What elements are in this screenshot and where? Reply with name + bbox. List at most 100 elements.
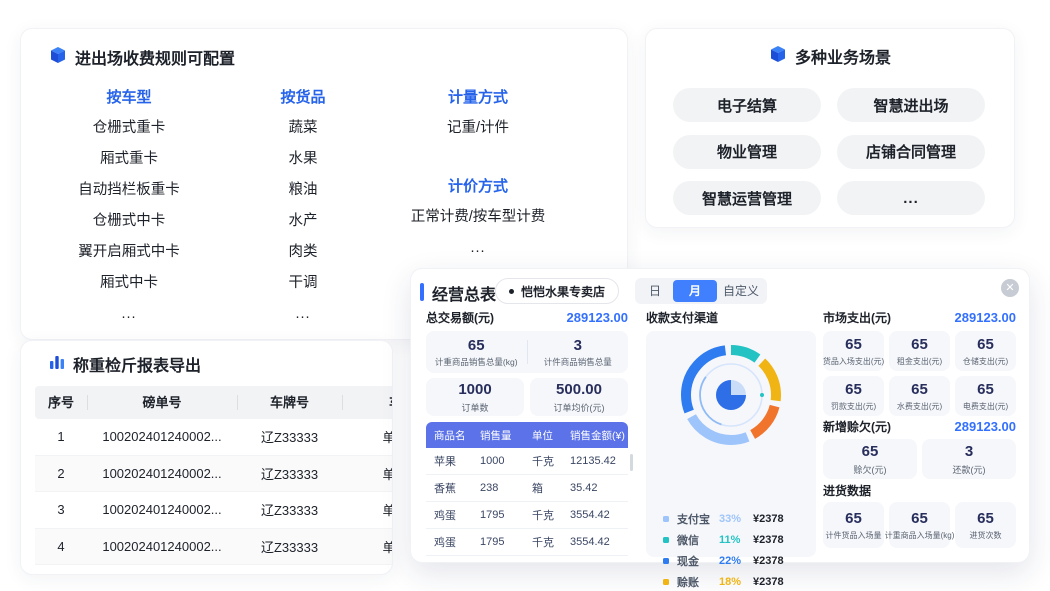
stat-label: 计重商品销售总量(kg) (435, 356, 518, 368)
vehicle-type-item: 自动挡栏板重卡 (29, 175, 229, 206)
cell-unit: 千克 (524, 453, 562, 469)
stat-value: 65 (845, 336, 862, 354)
vehicle-type-column: 按车型 仓栅式重卡 厢式重卡 自动挡栏板重卡 仓栅式中卡 翼开启厢式中卡 厢式中… (29, 82, 229, 330)
legend-item-alipay: 支付宝 33% ¥2378 (663, 508, 806, 529)
tab-month[interactable]: 月 (673, 280, 717, 302)
scrollbar-thumb[interactable] (630, 454, 633, 471)
vehicle-type-item: 厢式中卡 (29, 268, 229, 299)
legend-item-cash: 现金 22% ¥2378 (663, 550, 806, 571)
scenario-button-smart-operations[interactable]: 智慧运营管理 (673, 181, 821, 215)
weighing-table-header: 序号 磅单号 车牌号 车型 (35, 386, 393, 419)
col-header-qty: 销售量 (472, 428, 524, 443)
purchase-data-row: 进货数据 (823, 482, 1016, 499)
title-accent-bar (420, 283, 424, 301)
legend-swatch (663, 537, 669, 543)
cell-ticket: 100202401240002... (87, 539, 237, 554)
cell-plate: 辽Z33333 (237, 537, 342, 556)
stat-value: 65 (977, 381, 994, 399)
stat-label: 水费支出(元) (897, 401, 942, 412)
stat-value: 3 (965, 443, 973, 461)
expense-card: 65 水费支出(元) (889, 376, 950, 416)
store-dot-icon (509, 289, 514, 294)
weighing-report-title-text: 称重检斤报表导出 (73, 352, 201, 376)
store-selector[interactable]: 恺恺水果专卖店 (495, 278, 619, 304)
cell-qty: 238 (472, 482, 524, 494)
scenario-button-property-management[interactable]: 物业管理 (673, 135, 821, 169)
cell-vehicle: 单排仓 (342, 537, 393, 556)
stat-value: 65 (911, 336, 928, 354)
col-header-amount: 销售金额(¥) (562, 428, 628, 443)
scenario-button-smart-entry-exit[interactable]: 智慧进出场 (837, 88, 985, 122)
legend-item-credit: 赊账 18% ¥2378 (663, 571, 806, 591)
purchase-card: 65 计重商品入场量(kg) (889, 502, 950, 548)
expense-card: 65 罚款支出(元) (823, 376, 884, 416)
market-expense-row: 市场支出(元) 289123.00 (823, 309, 1016, 326)
scenario-buttons: 电子结算 智慧进出场 物业管理 店铺合同管理 智慧运营管理 ... (673, 88, 985, 215)
payment-channels-card: 支付宝 33% ¥2378 微信 11% ¥2378 现金 22% (646, 331, 816, 557)
col-header-ticket: 磅单号 (87, 386, 237, 419)
fee-rules-title: 进出场收费规则可配置 (49, 45, 235, 69)
cell-vehicle: 单排仓 (342, 500, 393, 519)
stat-value: 65 (977, 510, 994, 528)
legend-item-wechat: 微信 11% ¥2378 (663, 529, 806, 550)
cell-product: 香蕉 (426, 480, 472, 496)
store-name: 恺恺水果专卖店 (521, 283, 605, 300)
cell-product: 苹果 (426, 453, 472, 469)
stat-value: 65 (468, 337, 485, 354)
cell-ticket: 100202401240002... (87, 502, 237, 517)
cell-amount: 12135.42 (562, 455, 628, 467)
product-sales-table: 商品名 销售量 单位 销售金额(¥) 苹果 1000 千克 12135.42 香… (426, 422, 628, 556)
table-row: 3 100202401240002... 辽Z33333 单排仓 (35, 492, 393, 529)
col-header-unit: 单位 (524, 428, 562, 443)
legend-swatch (663, 516, 669, 522)
table-row: 鸡蛋 1795 千克 3554.42 (426, 502, 628, 529)
scenarios-panel: 多种业务场景 电子结算 智慧进出场 物业管理 店铺合同管理 智慧运营管理 ... (645, 28, 1015, 228)
purchase-card: 65 计件货品入场量 (823, 502, 884, 548)
tab-day[interactable]: 日 (637, 280, 673, 302)
piece-sales-stat: 3 计件商品销售总量 (528, 331, 629, 373)
payment-legend: 支付宝 33% ¥2378 微信 11% ¥2378 现金 22% (663, 508, 806, 591)
vehicle-type-more: ... (29, 299, 229, 330)
scenarios-title-text: 多种业务场景 (795, 44, 891, 68)
new-credit-row: 新增赊欠(元) 289123.00 (823, 418, 1016, 435)
expense-card: 65 货品入场支出(元) (823, 331, 884, 371)
legend-name: 微信 (677, 532, 719, 548)
cell-seq: 1 (35, 429, 87, 444)
weighing-table: 序号 磅单号 车牌号 车型 1 100202401240002... 辽Z333… (35, 386, 393, 565)
cube-icon (769, 45, 787, 68)
cell-seq: 4 (35, 539, 87, 554)
vehicle-type-item: 厢式重卡 (29, 144, 229, 175)
vehicle-type-item: 翼开启厢式中卡 (29, 237, 229, 268)
cell-vehicle: 单排仓 (342, 427, 393, 446)
table-row: 2 100202401240002... 辽Z33333 单排仓 (35, 456, 393, 493)
weighed-sales-stat: 65 计重商品销售总量(kg) (426, 331, 527, 373)
scenario-button-electronic-settlement[interactable]: 电子结算 (673, 88, 821, 122)
close-icon[interactable]: ✕ (1001, 279, 1019, 297)
fee-rules-title-text: 进出场收费规则可配置 (75, 45, 235, 69)
stat-label: 进货次数 (970, 530, 1002, 541)
table-row: 4 100202401240002... 辽Z33333 单排仓 (35, 529, 393, 566)
col-header-product: 商品名 (426, 428, 472, 443)
tab-custom[interactable]: 自定义 (717, 280, 765, 302)
stat-label: 仓储支出(元) (963, 356, 1008, 367)
legend-amount: ¥2378 (753, 576, 784, 588)
measure-method-header: 计量方式 (378, 82, 578, 113)
cell-qty: 1000 (472, 455, 524, 467)
scenario-button-more[interactable]: ... (837, 181, 985, 215)
cell-seq: 3 (35, 502, 87, 517)
cell-amount: 3554.42 (562, 536, 628, 548)
legend-amount: ¥2378 (753, 555, 784, 567)
orders-count-card: 1000 订单数 (426, 378, 524, 416)
vehicle-type-header: 按车型 (29, 82, 229, 113)
stat-label: 订单均价(元) (554, 401, 605, 414)
dashboard-title: 经营总表 (432, 281, 496, 305)
cell-plate: 辽Z33333 (237, 464, 342, 483)
legend-name: 现金 (677, 553, 719, 569)
goods-more: ... (218, 299, 388, 330)
credit-owed-card: 65 赊欠(元) (823, 439, 917, 479)
cell-unit: 千克 (524, 507, 562, 523)
expense-card: 65 仓储支出(元) (955, 331, 1016, 371)
total-transaction-label: 总交易额(元) (426, 309, 494, 326)
scenario-button-shop-contract[interactable]: 店铺合同管理 (837, 135, 985, 169)
new-credit-value: 289123.00 (955, 419, 1016, 434)
